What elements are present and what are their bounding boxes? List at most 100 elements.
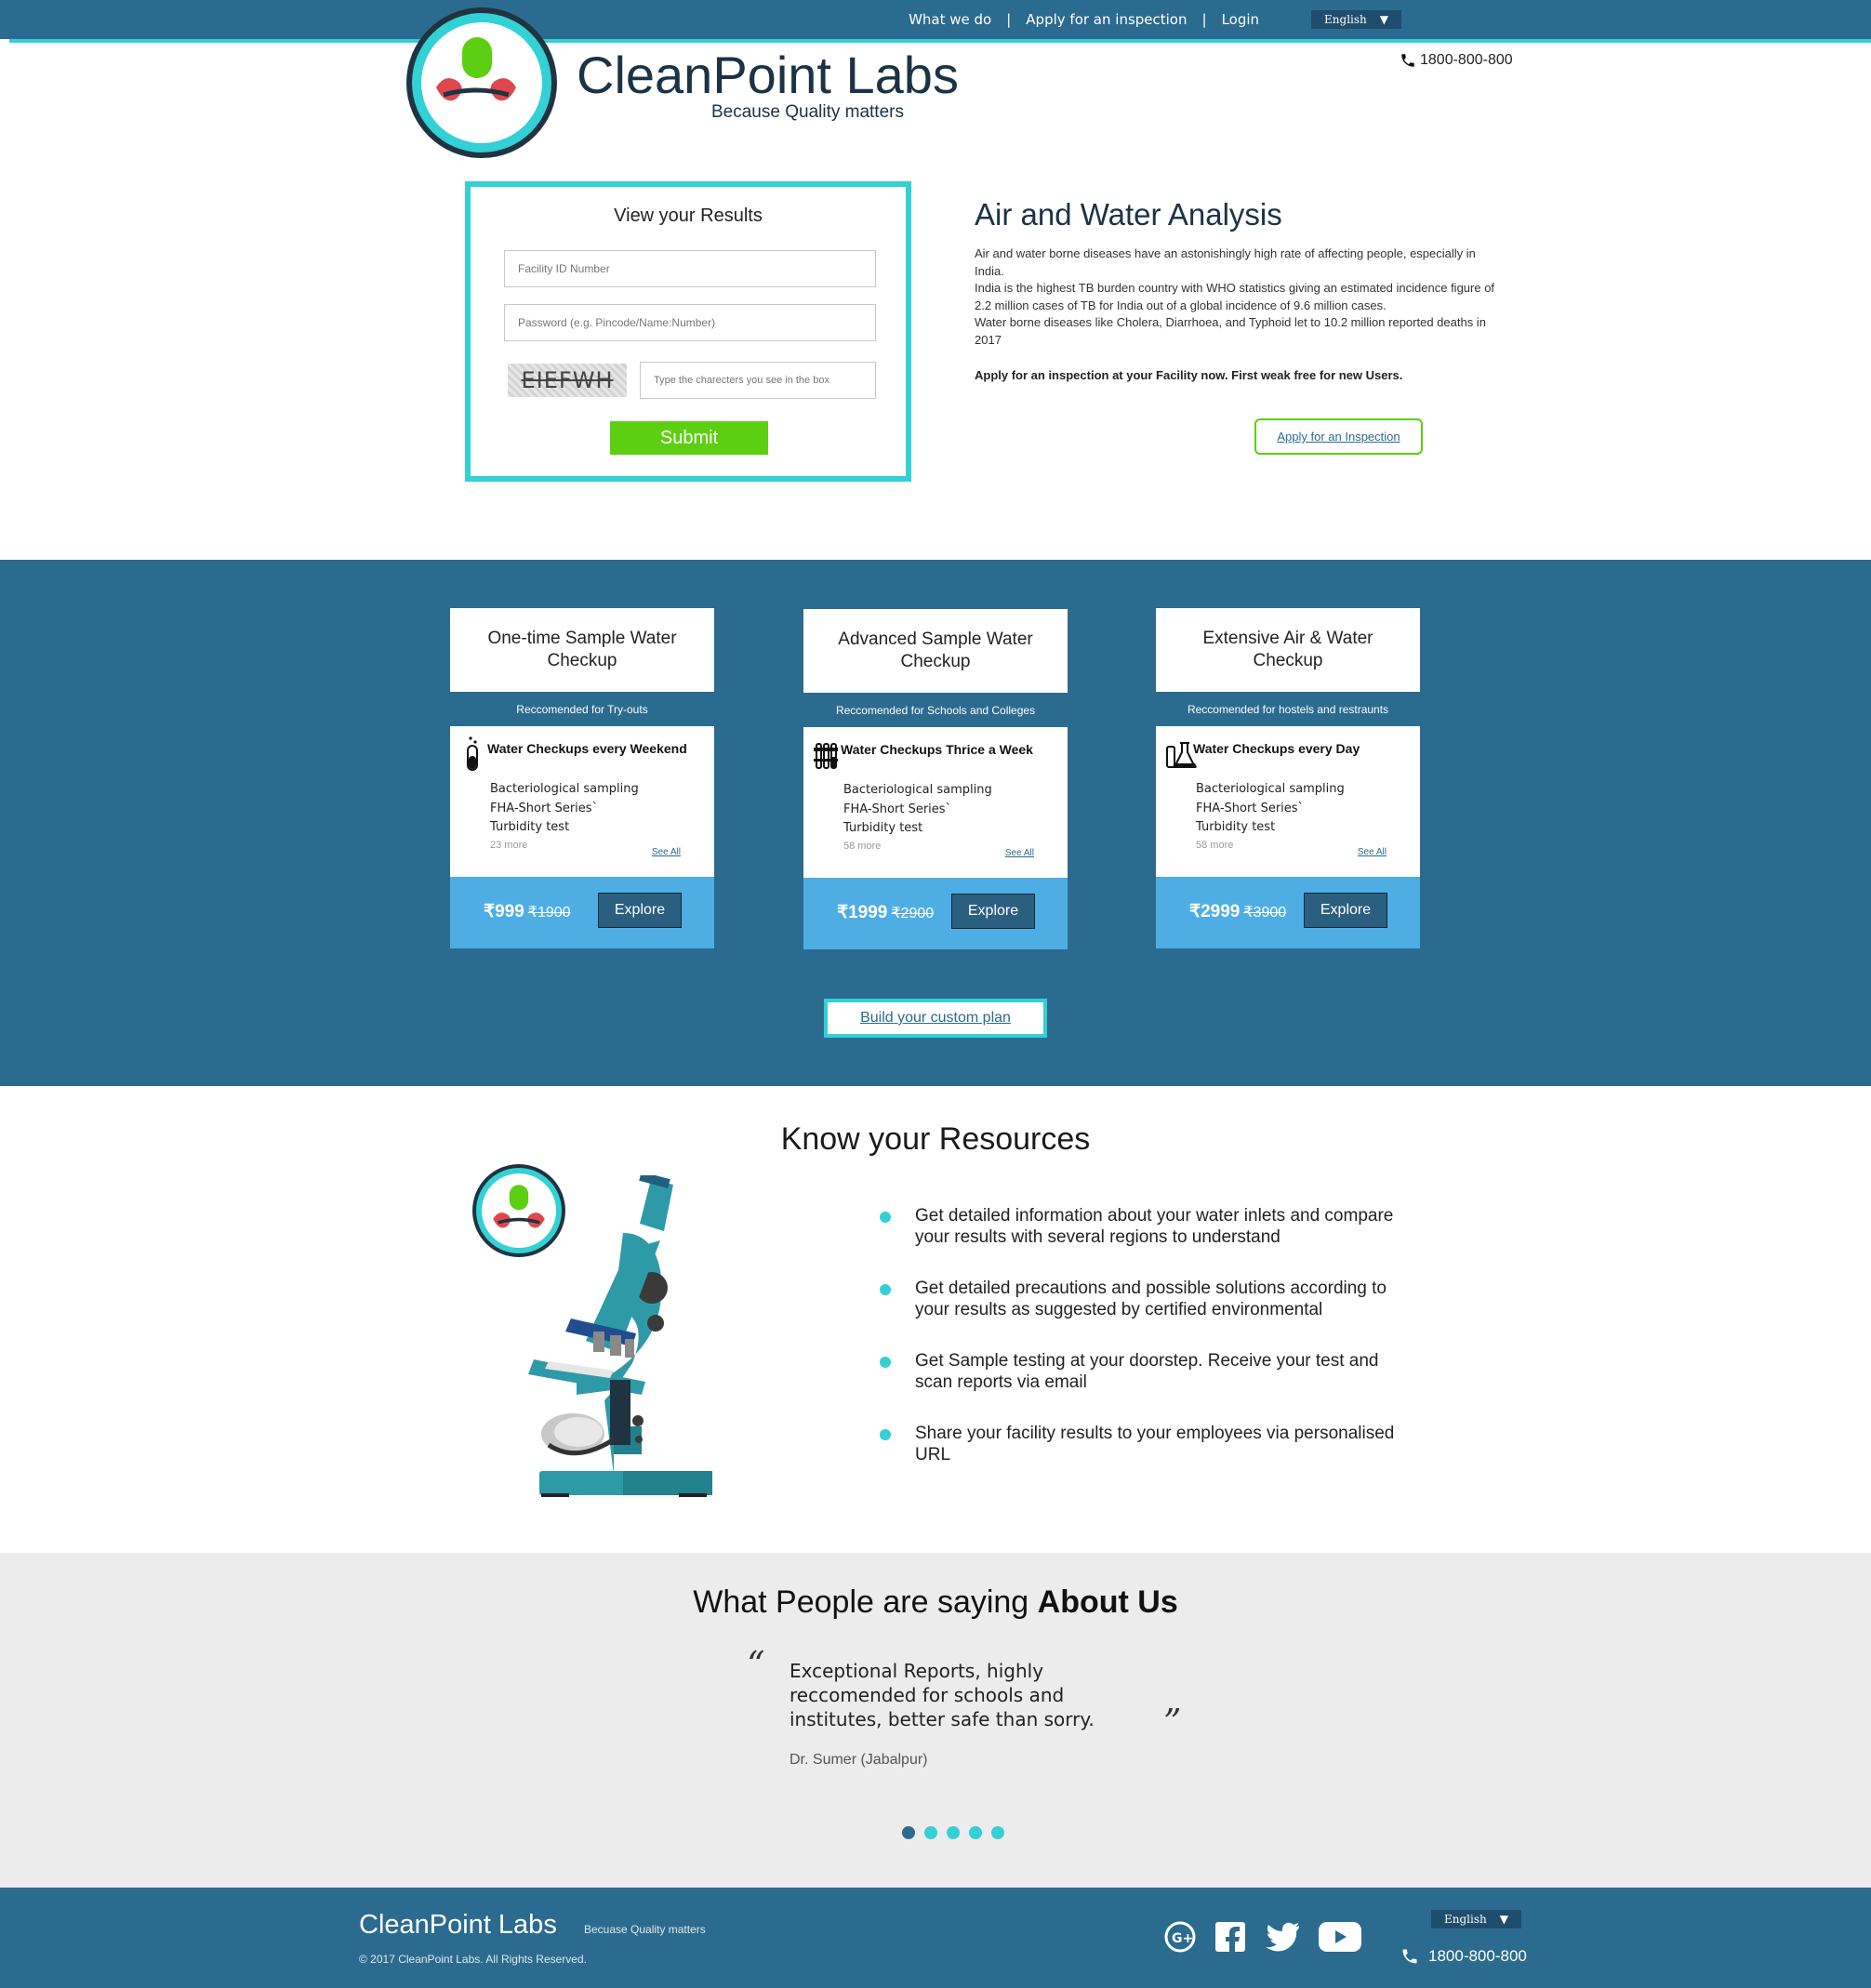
- plan-test-item: Turbidity test: [490, 820, 570, 834]
- plan-current-price: ₹2999: [1189, 902, 1241, 921]
- nav-separator: |: [1006, 11, 1012, 28]
- plan-old-price: ₹1900: [527, 905, 571, 921]
- plan-test-item: Turbidity test: [843, 821, 923, 835]
- google-plus-icon[interactable]: G+: [1164, 1921, 1196, 1953]
- microscope-illustration: [528, 1175, 712, 1497]
- facility-id-input[interactable]: Facility ID Number: [504, 250, 876, 287]
- plan-test-item: Bacteriological sampling: [490, 782, 639, 796]
- carousel-dots: [902, 1826, 1004, 1839]
- apply-inspection-button[interactable]: Apply for an Inspection: [1254, 418, 1423, 455]
- footer-language-label: English: [1444, 1913, 1487, 1926]
- resource-item: Share your facility results to your empl…: [878, 1423, 1399, 1465]
- footer-phone-number: 1800-800-800: [1428, 1947, 1527, 1965]
- chevron-down-icon: ▼: [1379, 13, 1388, 26]
- explore-button[interactable]: Explore: [951, 894, 1035, 929]
- twitter-icon[interactable]: [1265, 1922, 1300, 1952]
- plan-test-item: Bacteriological sampling: [843, 783, 992, 797]
- login-title: View your Results: [614, 205, 763, 226]
- logo-mark-icon: [436, 37, 516, 108]
- see-all-link[interactable]: See All: [1358, 847, 1387, 857]
- quote-open-icon: “: [747, 1644, 765, 1685]
- language-select[interactable]: English ▼: [1311, 10, 1401, 29]
- plan-test-item: FHA-Short Series`: [490, 801, 599, 815]
- plan-price-bar: ₹1999 ₹2900 Explore: [803, 878, 1068, 949]
- brand-name: CleanPoint Labs: [577, 46, 959, 104]
- header-phone-number: 1800-800-800: [1420, 52, 1513, 68]
- password-input[interactable]: Password (e.g. Pincode/Name:Number): [504, 304, 876, 341]
- see-all-link[interactable]: See All: [1005, 848, 1034, 858]
- youtube-icon[interactable]: [1319, 1922, 1361, 1952]
- phone-icon: [1401, 54, 1414, 67]
- top-accent-line: [9, 39, 1871, 43]
- plan-price-bar: ₹2999 ₹3900 Explore: [1156, 877, 1420, 948]
- carousel-dot[interactable]: [902, 1826, 915, 1839]
- plan-card: Extensive Air & Water Checkup Reccomende…: [1156, 608, 1420, 948]
- plan-price: ₹999 ₹1900: [484, 901, 571, 922]
- plan-price-bar: ₹999 ₹1900 Explore: [450, 877, 714, 948]
- plan-price: ₹2999 ₹3900: [1189, 901, 1286, 922]
- brand-tagline: Because Quality matters: [711, 102, 904, 122]
- footer-language-select[interactable]: English ▼: [1431, 1910, 1521, 1928]
- nav-what-we-do[interactable]: What we do: [909, 11, 991, 28]
- plan-tests: Bacteriological sampling FHA-Short Serie…: [1196, 780, 1345, 838]
- resources-title: Know your Resources: [780, 1121, 1091, 1157]
- analysis-body: Air and water borne diseases have an ast…: [975, 245, 1495, 350]
- carousel-dot[interactable]: [969, 1826, 982, 1839]
- social-links: G+: [1164, 1921, 1361, 1953]
- captcha-image: EIEFWH: [508, 364, 627, 397]
- top-nav: What we do | Apply for an inspection | L…: [909, 7, 1401, 32]
- language-label: English: [1324, 13, 1367, 26]
- testimonial-author: Dr. Sumer (Jabalpur): [790, 1752, 928, 1768]
- resource-item: Get detailed information about your wate…: [878, 1205, 1399, 1248]
- footer-tagline: Becuase Quality matters: [584, 1923, 706, 1936]
- plan-name: One-time Sample Water Checkup: [450, 608, 714, 692]
- carousel-dot[interactable]: [924, 1826, 937, 1839]
- plan-name: Advanced Sample Water Checkup: [803, 609, 1068, 693]
- plan-card: Advanced Sample Water Checkup Reccomende…: [803, 609, 1068, 949]
- carousel-dot[interactable]: [947, 1826, 960, 1839]
- plan-more-count: 58 more: [843, 841, 882, 852]
- nav-apply-inspection[interactable]: Apply for an inspection: [1026, 11, 1187, 28]
- facebook-icon[interactable]: [1214, 1921, 1246, 1953]
- plan-recommendation: Reccomended for hostels and restraunts: [1187, 702, 1389, 716]
- plan-recommendation: Reccomended for Schools and Colleges: [835, 703, 1036, 717]
- plan-test-item: Turbidity test: [1196, 820, 1276, 834]
- results-login-form: View your Results Facility ID Number Pas…: [465, 181, 911, 482]
- test-tube-icon: [467, 736, 478, 771]
- plan-card: One-time Sample Water Checkup Reccomende…: [450, 608, 714, 948]
- build-custom-plan-button[interactable]: Build your custom plan: [824, 999, 1047, 1038]
- test-tubes-rack-icon: [814, 743, 838, 769]
- carousel-dot[interactable]: [991, 1826, 1004, 1839]
- plan-tests: Bacteriological sampling FHA-Short Serie…: [490, 780, 639, 838]
- header-phone: 1800-800-800: [1400, 52, 1513, 69]
- analysis-cta: Apply for an inspection at your Facility…: [975, 368, 1403, 382]
- nav-separator: |: [1201, 11, 1207, 28]
- see-all-link[interactable]: See All: [652, 847, 681, 857]
- plan-current-price: ₹1999: [837, 903, 888, 922]
- explore-button[interactable]: Explore: [1304, 893, 1387, 928]
- captcha-input[interactable]: Type the charecters you see in the box: [640, 362, 876, 399]
- analysis-title: Air and Water Analysis: [975, 197, 1282, 232]
- footer-brand: CleanPoint Labs: [359, 1910, 557, 1940]
- plan-tests: Bacteriological sampling FHA-Short Serie…: [843, 781, 992, 839]
- footer-phone: 1800-800-800: [1400, 1947, 1527, 1966]
- testimonials-title-prefix: What People are saying: [693, 1584, 1038, 1620]
- plan-current-price: ₹999: [484, 902, 524, 921]
- chevron-down-icon: ▼: [1499, 1913, 1508, 1926]
- footer-copyright: © 2017 CleanPoint Labs. All Rights Reser…: [359, 1953, 587, 1966]
- plan-old-price: ₹2900: [891, 906, 935, 921]
- explore-button[interactable]: Explore: [598, 893, 682, 928]
- submit-button[interactable]: Submit: [610, 421, 768, 455]
- logo[interactable]: [406, 7, 557, 158]
- quote-close-icon: ”: [1163, 1702, 1182, 1743]
- plan-more-count: 23 more: [490, 840, 528, 851]
- resource-item: Get detailed precautions and possible so…: [878, 1278, 1399, 1320]
- analysis-paragraph: Water borne diseases like Cholera, Diarr…: [975, 315, 1486, 347]
- nav-login[interactable]: Login: [1222, 11, 1259, 28]
- plan-name: Extensive Air & Water Checkup: [1156, 608, 1420, 692]
- plan-frequency: Water Checkups every Day: [1193, 741, 1360, 756]
- analysis-paragraph: Air and water borne diseases have an ast…: [975, 246, 1476, 278]
- plan-frequency: Water Checkups every Weekend: [487, 741, 687, 756]
- plan-recommendation: Reccomended for Try-outs: [516, 702, 648, 716]
- plan-price: ₹1999 ₹2900: [837, 902, 934, 923]
